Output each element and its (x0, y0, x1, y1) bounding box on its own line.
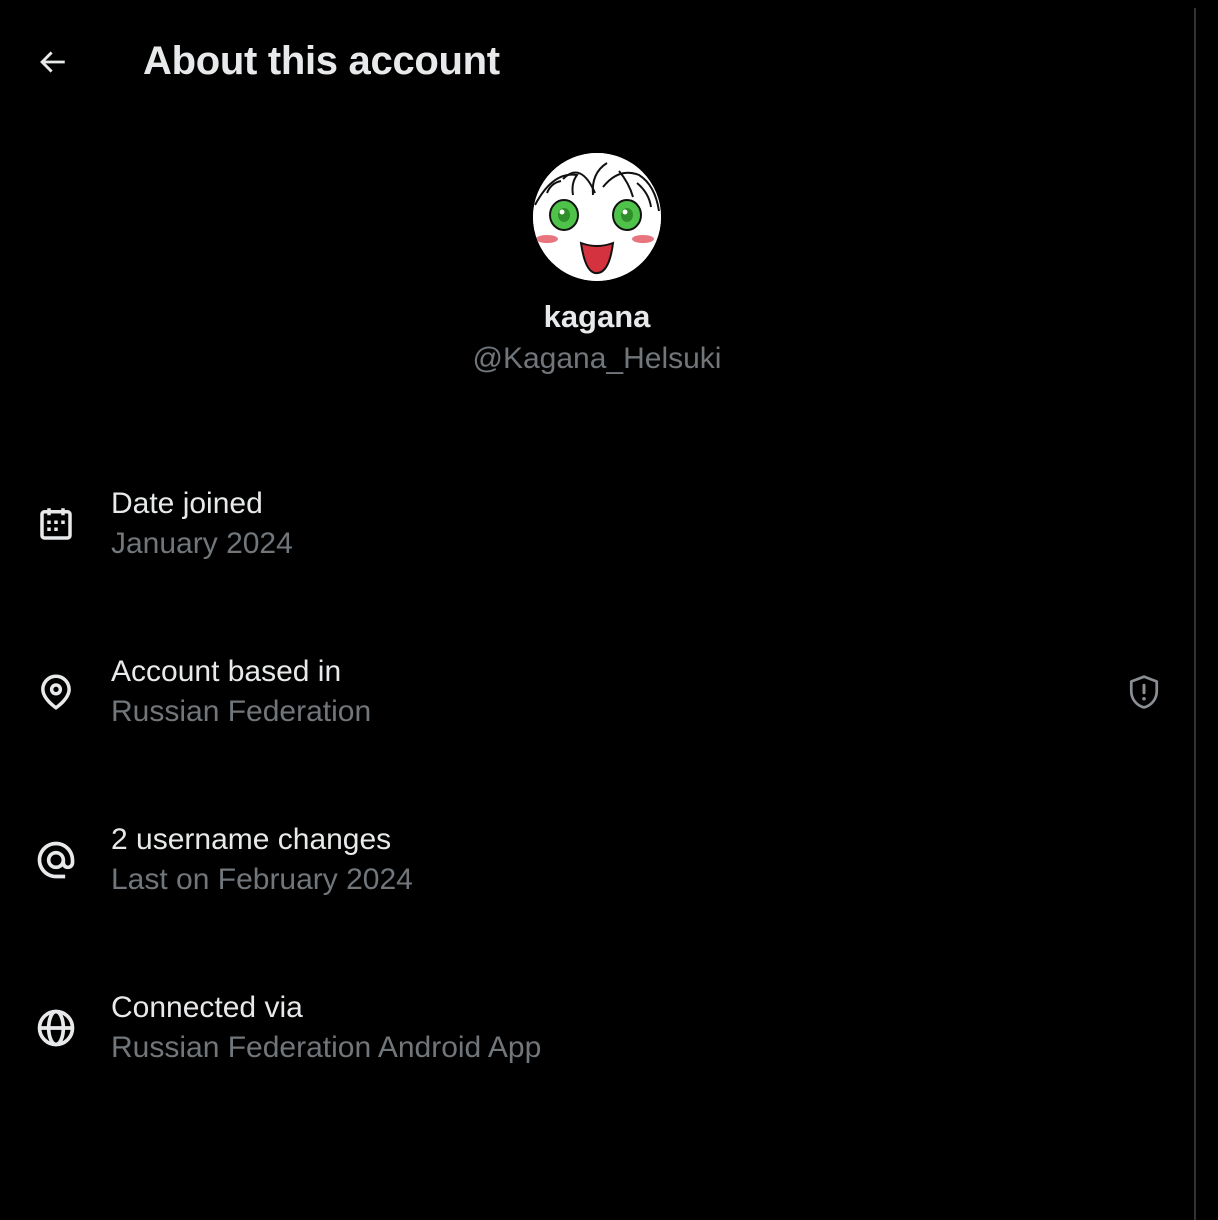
shield-alert-icon[interactable] (1124, 672, 1164, 712)
location-pin-icon (34, 670, 78, 714)
username-changes-value: Last on February 2024 (111, 863, 413, 896)
avatar[interactable] (533, 153, 661, 281)
calendar-icon (34, 502, 78, 546)
at-sign-icon (34, 838, 78, 882)
back-button[interactable] (26, 36, 78, 88)
page-title: About this account (143, 39, 500, 83)
avatar-image (533, 153, 661, 281)
date-joined-value: January 2024 (111, 527, 293, 560)
account-based-in-value: Russian Federation (111, 695, 372, 728)
username-handle: @Kagana_Helsuki (472, 342, 722, 375)
date-joined-row: Date joined January 2024 (0, 440, 1194, 608)
username-changes-row: 2 username changes Last on February 2024 (0, 776, 1194, 944)
page-header: About this account (0, 0, 1194, 122)
arrow-left-icon (40, 51, 65, 73)
column-divider (1194, 8, 1196, 1220)
account-based-in-label: Account based in (111, 655, 342, 688)
username-changes-label: 2 username changes (111, 823, 392, 856)
account-location-row: Account based in Russian Federation (0, 608, 1194, 776)
connected-via-row: Connected via Russian Federation Android… (0, 944, 1194, 1112)
globe-icon (34, 1006, 78, 1050)
profile-summary: kagana @Kagana_Helsuki (0, 153, 1194, 379)
connected-via-value: Russian Federation Android App (111, 1031, 542, 1064)
date-joined-label: Date joined (111, 487, 263, 520)
connected-via-label: Connected via (111, 991, 303, 1024)
display-name: kagana (543, 299, 651, 334)
